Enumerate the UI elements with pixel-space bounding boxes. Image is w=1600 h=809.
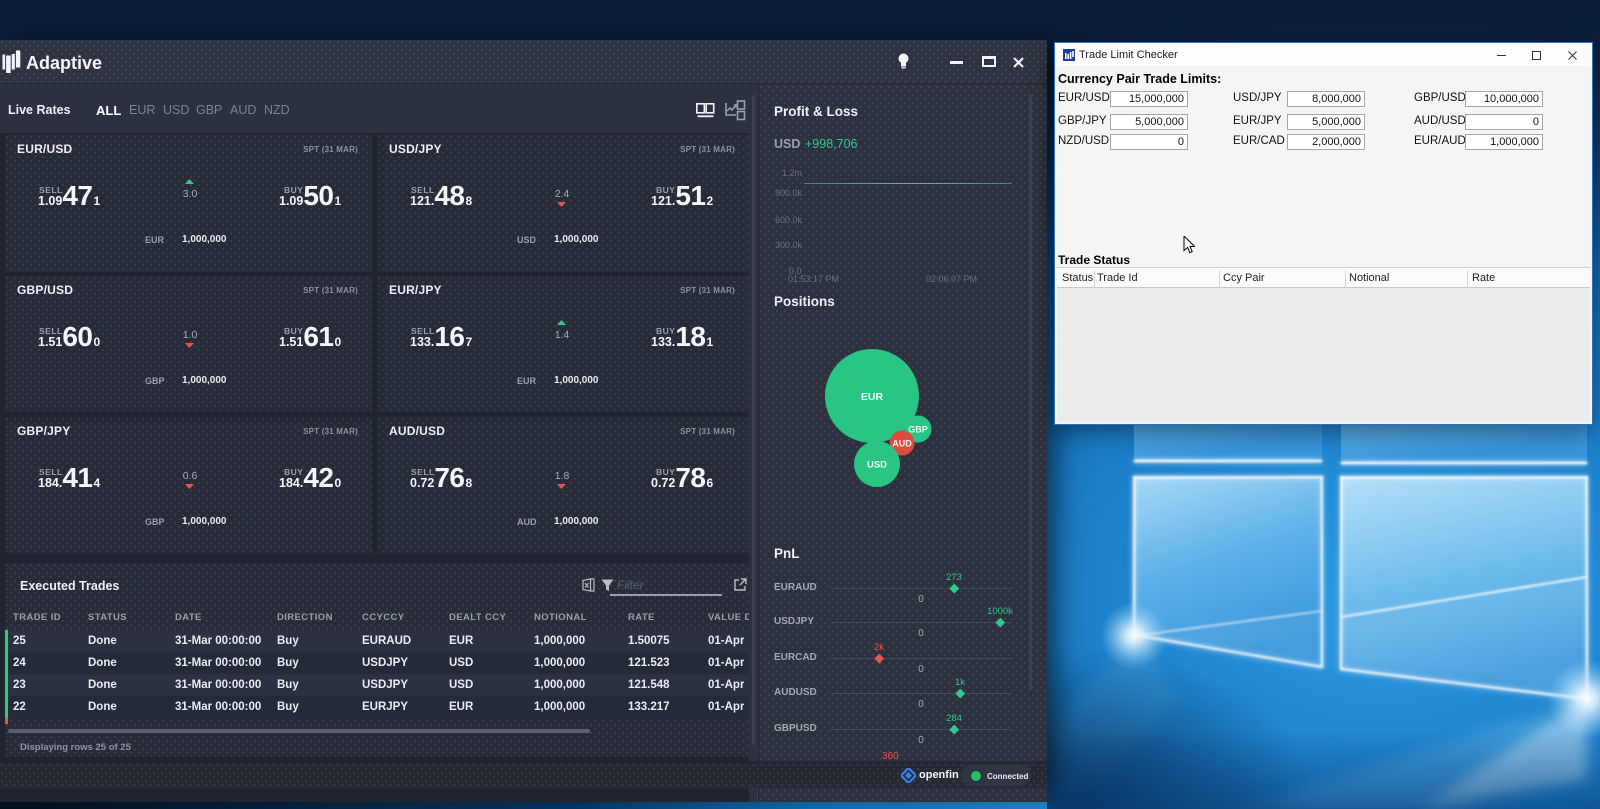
svg-text:EUR: EUR	[861, 391, 884, 403]
svg-text:GBP: GBP	[908, 425, 928, 435]
svg-text:USD: USD	[867, 460, 887, 471]
svg-text:AUD: AUD	[892, 439, 912, 449]
